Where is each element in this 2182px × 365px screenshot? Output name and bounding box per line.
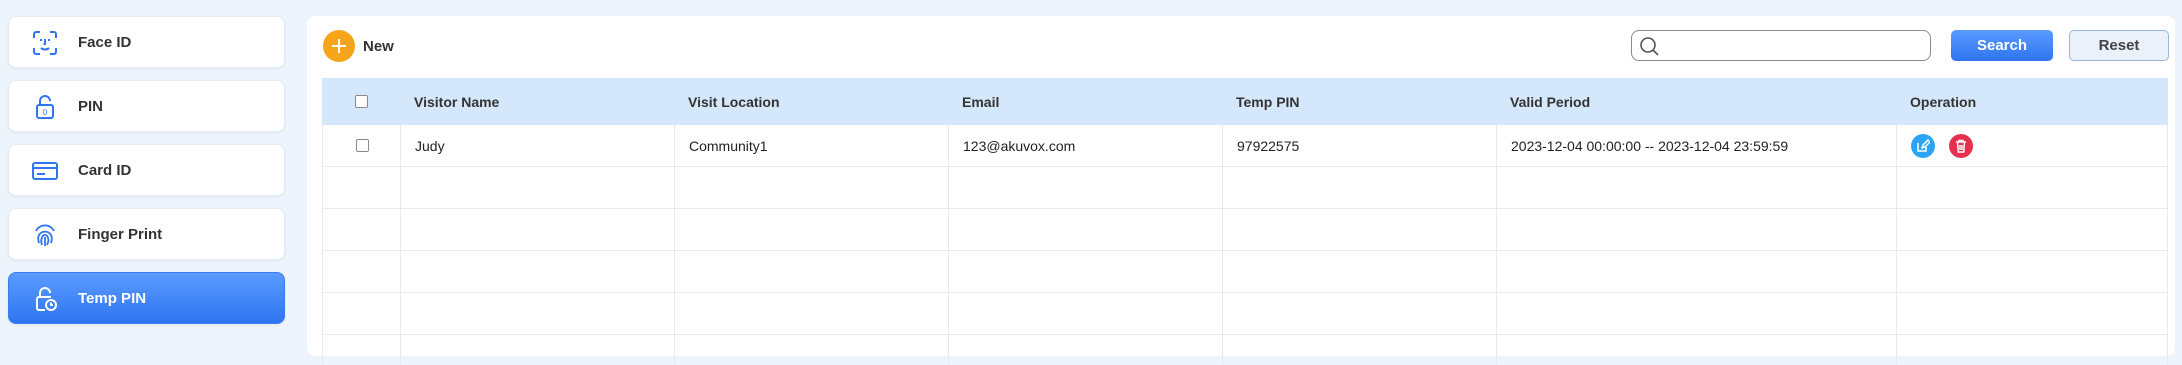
main-panel: New Search Reset Visitor Name Visit Loca…: [307, 16, 2175, 365]
svg-text:0: 0: [43, 108, 48, 117]
sidebar-item-label: Face ID: [78, 33, 132, 51]
operation-cell: [1897, 125, 2169, 166]
table-row: [322, 209, 2168, 251]
plus-icon: [323, 30, 355, 62]
sidebar-item-temp-pin[interactable]: Temp PIN: [8, 272, 285, 324]
edit-icon[interactable]: [1911, 133, 1935, 158]
search-field[interactable]: [1631, 30, 1931, 61]
column-header: Operation: [1910, 93, 1977, 110]
sidebar-item-finger-print[interactable]: Finger Print: [8, 208, 285, 260]
email-cell: 123@akuvox.com: [963, 137, 1076, 154]
reset-button[interactable]: Reset: [2069, 30, 2169, 61]
new-button[interactable]: New: [323, 30, 394, 62]
search-icon: [1640, 37, 1659, 56]
temp-pin-icon: [36, 287, 57, 311]
visit-location-cell: Community1: [689, 137, 768, 154]
table-row: [322, 335, 2168, 365]
column-header: Temp PIN: [1236, 93, 1300, 110]
sidebar-item-label: PIN: [78, 97, 104, 115]
sidebar-item-pin[interactable]: 0 PIN: [8, 80, 285, 132]
table-row: [322, 293, 2168, 335]
face-id-icon: [33, 31, 57, 55]
sidebar-item-label: Temp PIN: [78, 289, 147, 307]
sidebar-item-label: Finger Print: [78, 225, 163, 243]
column-header: Visitor Name: [414, 93, 500, 110]
table-row: [322, 251, 2168, 293]
search-input[interactable]: [1662, 34, 1926, 58]
card-icon: [32, 162, 58, 180]
delete-icon[interactable]: [1949, 133, 1973, 158]
lock-icon: 0: [36, 95, 54, 119]
column-header: Visit Location: [688, 93, 780, 110]
temp-pin-cell: 97922575: [1237, 137, 1300, 154]
table-row: [322, 167, 2168, 209]
search-button[interactable]: Search: [1951, 30, 2053, 61]
row-checkbox[interactable]: [355, 139, 369, 152]
sidebar-item-label: Card ID: [78, 161, 132, 179]
select-all-checkbox[interactable]: [354, 95, 368, 108]
column-header: Email: [962, 93, 1000, 110]
visitor-name-cell: Judy: [415, 137, 445, 154]
table-header: Visitor Name Visit Location Email Temp P…: [322, 78, 2168, 125]
table-row[interactable]: Judy Community1 123@akuvox.com 97922575 …: [322, 125, 2168, 167]
column-header: Valid Period: [1510, 93, 1591, 110]
valid-period-cell: 2023-12-04 00:00:00 -- 2023-12-04 23:59:…: [1511, 137, 1789, 154]
new-button-label: New: [363, 37, 394, 55]
sidebar-item-face-id[interactable]: Face ID: [8, 16, 285, 68]
sidebar-item-card-id[interactable]: Card ID: [8, 144, 285, 196]
fingerprint-icon: [35, 224, 55, 246]
